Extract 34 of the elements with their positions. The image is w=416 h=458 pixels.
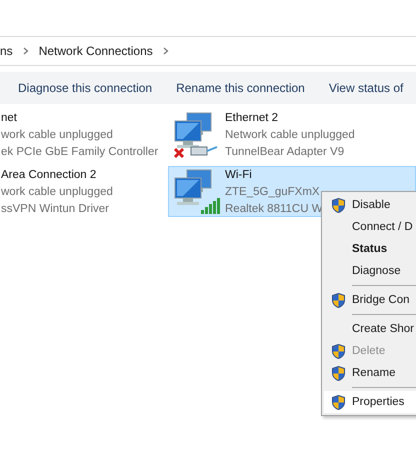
shield-icon (332, 292, 344, 308)
connection-status: Network cable unplugged (225, 128, 355, 143)
shield-icon (332, 198, 344, 212)
connection-status: ZTE_5G_guFXmX (225, 185, 321, 200)
menu-item[interactable]: Diagnose (324, 260, 416, 282)
connection-name: net (1, 111, 18, 126)
toolbar-button[interactable]: Rename this connection (176, 81, 305, 95)
connection-item[interactable]: net work cable unplugged ek PCIe GbE Family Controller (0, 109, 168, 160)
breadcrumb-item[interactable]: ns (0, 44, 13, 58)
connection-status: work cable unplugged (1, 128, 114, 143)
menu-item[interactable]: Rename (324, 362, 416, 384)
chevron-icon[interactable] (162, 47, 169, 55)
menu-item[interactable]: Disable (324, 194, 416, 216)
adapter-name: TunnelBear Adapter V9 (225, 145, 346, 160)
shield-icon (332, 366, 344, 380)
chevron-icon[interactable] (22, 47, 29, 55)
connection-name: Ethernet 2 (225, 111, 280, 126)
menu-item[interactable]: Properties (324, 391, 416, 413)
shield-icon (332, 394, 344, 410)
adapter-name: ek PCIe GbE Family Controller (1, 145, 158, 160)
menu-item[interactable]: Bridge Con (324, 289, 416, 311)
menu-item[interactable]: Create Shor (324, 318, 416, 340)
connection-name: Area Connection 2 (1, 168, 98, 183)
connection-status: work cable unplugged (1, 185, 113, 200)
connection-item[interactable]: Ethernet 2 Network cable unplugged TunnelBear Adapter V9 (168, 109, 416, 160)
toolbar-button[interactable]: View status of (328, 81, 404, 95)
breadcrumb-item[interactable]: Network Connections (38, 44, 153, 58)
shield-icon (332, 344, 344, 358)
adapter-name: ssVPN Wintun Driver (1, 202, 110, 217)
connection-name: Wi-Fi (225, 168, 253, 183)
menu-item[interactable]: Status (324, 238, 416, 260)
connection-item[interactable]: Area Connection 2 work cable unplugged ssVPN Wintun Driver (0, 166, 168, 217)
toolbar-button[interactable]: Diagnose this connection (18, 81, 152, 95)
menu-item[interactable]: Connect / D (324, 216, 416, 238)
